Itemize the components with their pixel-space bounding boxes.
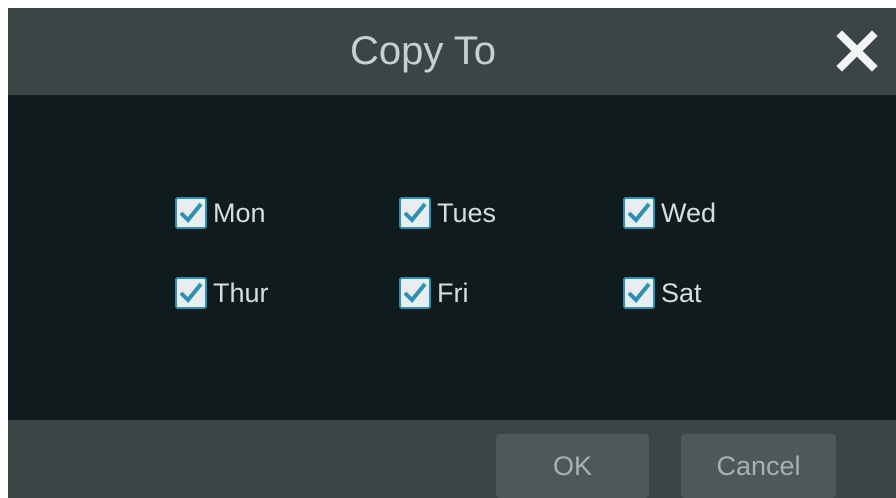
close-icon[interactable] [834,28,880,74]
checkbox-sat[interactable] [623,277,655,309]
dialog-footer: OK Cancel [8,420,896,498]
day-option-sat[interactable]: Sat [623,273,702,313]
day-option-tues[interactable]: Tues [399,193,496,233]
checkbox-tues[interactable] [399,197,431,229]
checkmark-icon [403,282,427,303]
cancel-button[interactable]: Cancel [681,434,836,498]
day-label-tues: Tues [437,197,497,228]
checkmark-icon [179,202,203,223]
day-label-wed: Wed [661,197,717,228]
checkbox-wed[interactable] [623,197,655,229]
day-option-thur[interactable]: Thur [175,273,269,313]
dialog-title-bar: Copy To [8,8,896,95]
checkmark-icon [403,202,427,223]
checkmark-icon [179,282,203,303]
checkmark-icon [627,202,651,223]
ok-button[interactable]: OK [496,434,649,498]
dialog-content: Mon Tues Wed Thur Fri Sat [8,95,896,420]
checkmark-icon [627,282,651,303]
day-label-fri: Fri [437,277,469,308]
dialog-title: Copy To [349,29,496,73]
day-label-mon: Mon [213,197,266,228]
checkbox-fri[interactable] [399,277,431,309]
checkbox-mon[interactable] [175,197,207,229]
day-label-sat: Sat [661,277,702,308]
day-option-mon[interactable]: Mon [175,193,266,233]
copy-to-dialog: Copy To Mon Tues Wed Thur Fri Sat OK Can… [8,8,896,498]
checkbox-thur[interactable] [175,277,207,309]
day-option-fri[interactable]: Fri [399,273,468,313]
day-option-wed[interactable]: Wed [623,193,716,233]
day-label-thur: Thur [213,277,269,308]
